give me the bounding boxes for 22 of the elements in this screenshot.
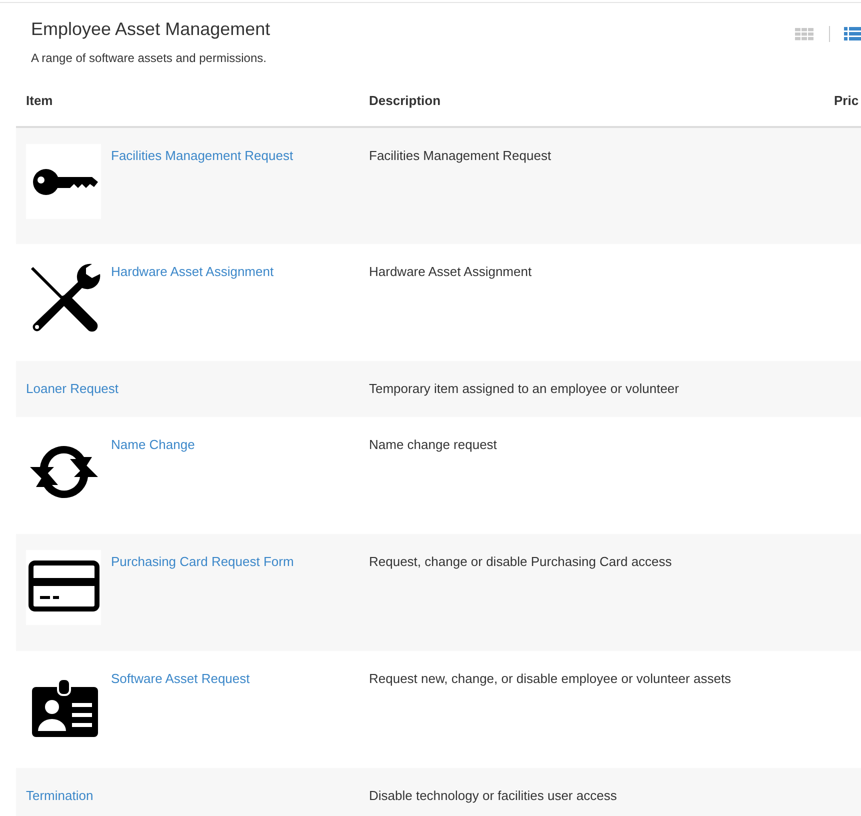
item-description: Hardware Asset Assignment bbox=[369, 264, 532, 280]
item-description: Temporary item assigned to an employee or volunteer bbox=[369, 381, 679, 396]
key-icon bbox=[26, 144, 101, 220]
item-link[interactable]: Purchasing Card Request Form bbox=[111, 552, 294, 572]
credit-card-icon bbox=[26, 550, 101, 625]
page-title: Employee Asset Management bbox=[31, 19, 270, 41]
item-description: Request, change or disable Purchasing Card access bbox=[369, 554, 672, 569]
item-description: Request new, change, or disable employee or volunteer assets bbox=[369, 670, 732, 686]
column-header: Item bbox=[26, 92, 53, 108]
column-header: Description bbox=[369, 92, 441, 108]
column-header: Pric bbox=[834, 92, 859, 108]
item-link[interactable]: Termination bbox=[26, 786, 94, 806]
item-link[interactable]: Name Change bbox=[111, 434, 195, 454]
item-link[interactable]: Facilities Management Request bbox=[111, 146, 294, 166]
item-link[interactable]: Hardware Asset Assignment bbox=[111, 262, 274, 282]
item-description: Facilities Management Request bbox=[369, 148, 552, 164]
item-description: Name change request bbox=[369, 436, 497, 452]
list-view-icon[interactable] bbox=[844, 27, 861, 41]
item-link[interactable]: Software Asset Request bbox=[111, 668, 250, 688]
page-subtitle: A range of software assets and permissions. bbox=[31, 50, 268, 67]
item-link[interactable]: Loaner Request bbox=[26, 379, 119, 399]
item-description: Disable technology or facilities user access bbox=[369, 788, 617, 803]
